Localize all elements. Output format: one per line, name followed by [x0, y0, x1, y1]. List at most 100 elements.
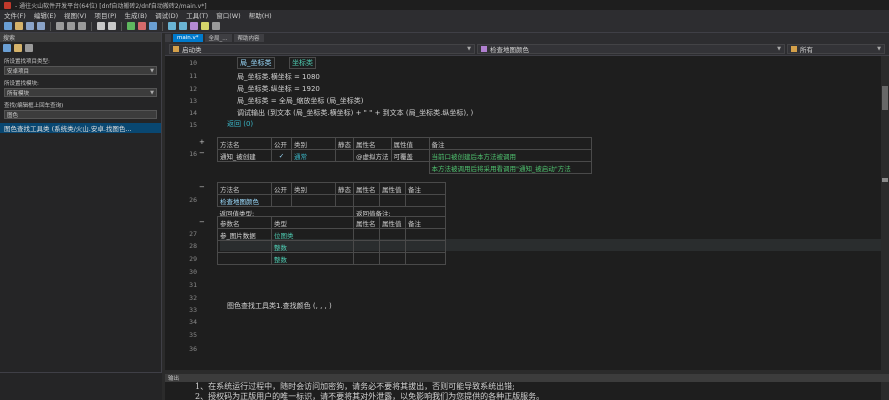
table-row[interactable]: 整数 — [217, 252, 446, 265]
remark-cell-2[interactable]: 本方法被调用后将采用看调用"通知_被启动"方法 — [428, 161, 592, 174]
remark-cell[interactable]: 当前口被创建后本方法被调用 — [428, 149, 592, 162]
code-editor[interactable]: 10 11 12 13 14 15 16 26 27 28 29 30 31 3… — [165, 56, 881, 370]
code-line[interactable]: 调试输出 (到文本 (局_坐标类.横坐标) + " " + 到文本 (局_坐标类… — [237, 108, 473, 118]
cut-icon[interactable] — [56, 22, 64, 30]
menu-window[interactable]: 窗口(W) — [216, 10, 241, 20]
attr-value-cell[interactable]: 可覆盖 — [390, 149, 430, 162]
local-var-type[interactable]: 坐标类 — [289, 57, 316, 69]
attr-value-cell[interactable] — [379, 194, 406, 207]
param-attr-value-cell[interactable] — [379, 252, 406, 265]
collapse-icon[interactable]: − — [199, 149, 205, 157]
navigation-bar: 启动类 ▼ 检查地图颜色 ▼ 所有 ▼ — [165, 42, 889, 56]
expand-icon[interactable]: + — [199, 138, 205, 146]
all-members-combo[interactable]: 所有 ▼ — [787, 44, 885, 54]
param-remark-cell[interactable] — [405, 252, 446, 265]
code-line[interactable]: 局_坐标类.横坐标 = 1080 — [237, 72, 320, 82]
method-table-1: 方法名 公开 类别 静态 属性名 属性值 备注 通知_被创建 ✓ 通常 @虚拟方… — [217, 137, 592, 174]
code-line[interactable]: 返回 (0) — [227, 119, 253, 129]
package-icon[interactable] — [190, 22, 198, 30]
code-line[interactable]: 图色查找工具类1.查找颜色 (, , , ) — [227, 301, 332, 311]
public-cell[interactable] — [271, 194, 292, 207]
scrollbar-thumb[interactable] — [882, 86, 888, 110]
param-attr-name-cell[interactable] — [353, 240, 380, 253]
method-name-cell[interactable]: 通知_被创建 — [217, 149, 272, 162]
header-method-name: 方法名 — [217, 182, 272, 195]
param-remark-cell[interactable] — [405, 240, 446, 253]
table-row[interactable]: 参_图片数据 位图类 — [217, 228, 446, 241]
class-combo[interactable]: 启动类 ▼ — [169, 44, 475, 54]
save-all-icon[interactable] — [37, 22, 45, 30]
output-panel[interactable]: 1、在系统运行过程中，随时会访问加密狗，请务必不要将其拔出，否则可能导致系统出错… — [165, 382, 881, 400]
static-cell[interactable] — [335, 194, 354, 207]
param-name-cell[interactable] — [217, 252, 272, 265]
method-combo[interactable]: 检查地图颜色 ▼ — [477, 44, 785, 54]
param-attr-name-cell[interactable] — [353, 228, 380, 241]
run-icon[interactable] — [127, 22, 135, 30]
search-input[interactable]: 图色 — [4, 110, 157, 119]
table-row[interactable]: 检查地图颜色 — [217, 194, 446, 207]
settings-icon[interactable] — [212, 22, 220, 30]
pin-icon[interactable] — [3, 43, 11, 52]
menu-build[interactable]: 生成(B) — [125, 10, 148, 20]
param-name-cell[interactable] — [217, 240, 272, 253]
menu-file[interactable]: 文件(F) — [4, 10, 26, 20]
chevron-down-icon: ▼ — [467, 46, 471, 52]
param-remark-cell[interactable] — [405, 228, 446, 241]
category-cell[interactable] — [291, 194, 336, 207]
param-type-cell[interactable]: 整数 — [271, 252, 354, 265]
build-icon[interactable] — [168, 22, 176, 30]
category-cell[interactable]: 通常 — [291, 149, 336, 162]
collapse-icon[interactable]: − — [199, 183, 205, 191]
param-name-cell[interactable]: 参_图片数据 — [217, 228, 272, 241]
menu-debug[interactable]: 调试(D) — [155, 10, 178, 20]
attr-name-cell[interactable] — [353, 194, 380, 207]
search-icon[interactable] — [25, 43, 33, 52]
collapse-icon[interactable]: − — [199, 218, 205, 226]
copy-icon[interactable] — [67, 22, 75, 30]
editor-vertical-scrollbar[interactable] — [881, 56, 889, 370]
folder-icon[interactable] — [14, 43, 22, 52]
param-type-cell[interactable]: 位图类 — [271, 228, 354, 241]
editor-tabs: main.v* 全局_... 帮助内容 — [165, 33, 889, 42]
param-type-cell[interactable]: 整数 — [271, 240, 354, 253]
stop-icon[interactable] — [138, 22, 146, 30]
method-name-cell[interactable]: 检查地图颜色 — [217, 194, 272, 207]
open-folder-icon[interactable] — [15, 22, 23, 30]
menu-edit[interactable]: 编辑(E) — [34, 10, 56, 20]
table-row[interactable]: 通知_被创建 ✓ 通常 @虚拟方法 可覆盖 当前口被创建后本方法被调用 — [217, 149, 592, 162]
static-cell[interactable] — [335, 149, 354, 162]
public-check-icon[interactable]: ✓ — [271, 149, 292, 162]
save-icon[interactable] — [26, 22, 34, 30]
menu-project[interactable]: 项目(P) — [95, 10, 117, 20]
table-header-row: 参数名 类型 属性名 属性值 备注 — [217, 216, 446, 229]
search-panel-tools — [0, 42, 161, 53]
paste-icon[interactable] — [78, 22, 86, 30]
redo-icon[interactable] — [108, 22, 116, 30]
menu-help[interactable]: 帮助(H) — [249, 10, 272, 20]
project-type-select[interactable]: 安卓项目 ▼ — [4, 66, 157, 75]
undo-icon[interactable] — [97, 22, 105, 30]
code-line[interactable]: 局_坐标类 = 全局_缩放坐标 (局_坐标类) — [237, 96, 364, 106]
search-result-item[interactable]: 图色查找工具类 (系统类/火山.安卓.找图色... — [0, 123, 161, 133]
remark-cell[interactable] — [405, 194, 446, 207]
local-var-name[interactable]: 局_坐标类 — [237, 57, 275, 69]
class-icon — [173, 46, 179, 52]
tab-global[interactable]: 全局_... — [204, 34, 232, 42]
table-row[interactable]: 整数 — [217, 240, 446, 253]
tab-help-content[interactable]: 帮助内容 — [233, 34, 264, 42]
param-attr-value-cell[interactable] — [379, 240, 406, 253]
new-file-icon[interactable] — [4, 22, 12, 30]
rebuild-icon[interactable] — [179, 22, 187, 30]
code-line[interactable]: 局_坐标类.纵坐标 = 1920 — [237, 84, 320, 94]
module-select[interactable]: 所有模块 ▼ — [4, 88, 157, 97]
menu-view[interactable]: 视图(V) — [64, 10, 87, 20]
param-attr-name-cell[interactable] — [353, 252, 380, 265]
device-icon[interactable] — [201, 22, 209, 30]
tab-nav-left-icon[interactable] — [165, 34, 171, 42]
step-icon[interactable] — [149, 22, 157, 30]
output-line: 1、在系统运行过程中，随时会访问加密狗，请务必不要将其拔出，否则可能导致系统出错… — [195, 382, 515, 391]
tab-main[interactable]: main.v* — [173, 34, 203, 42]
menu-tools[interactable]: 工具(T) — [186, 10, 208, 20]
param-attr-value-cell[interactable] — [379, 228, 406, 241]
attr-name-cell[interactable]: @虚拟方法 — [353, 149, 392, 162]
